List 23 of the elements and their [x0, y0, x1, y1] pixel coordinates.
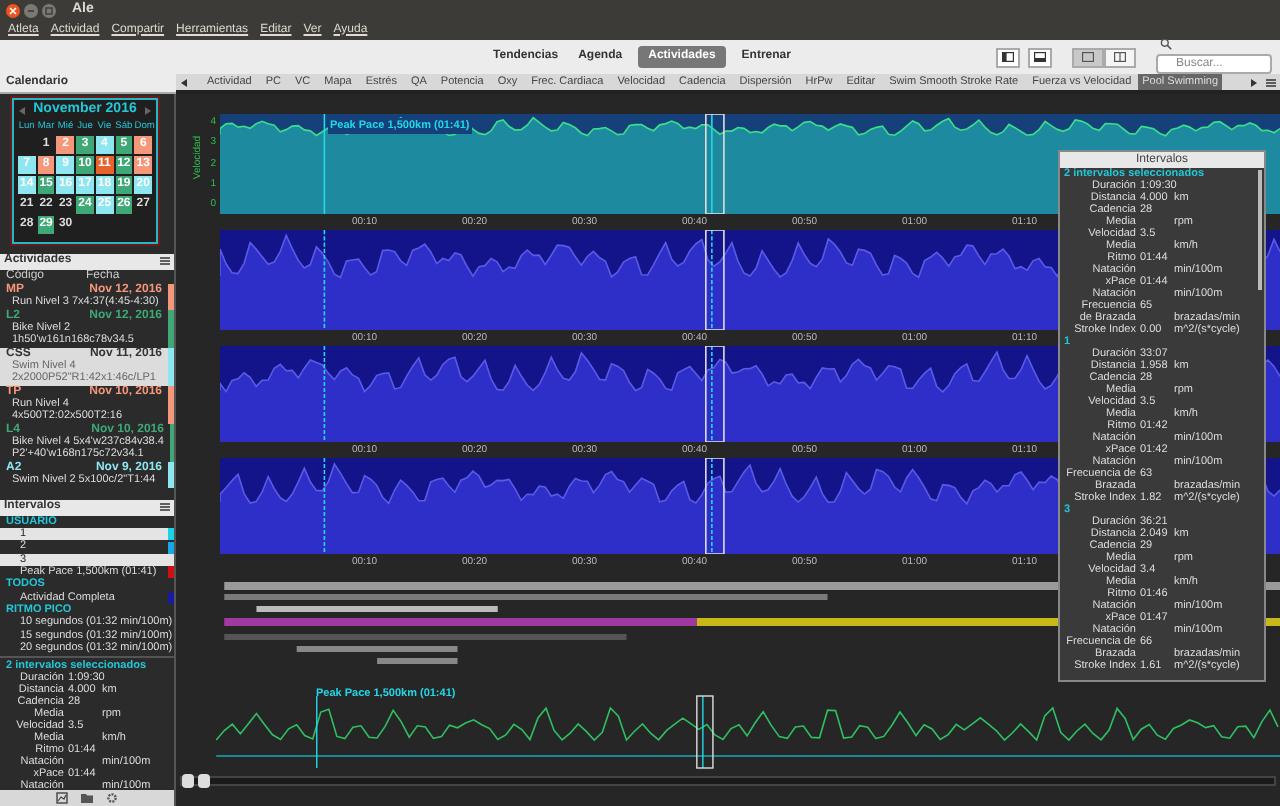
bottom-panel-button[interactable]: [1028, 47, 1052, 67]
search-icon: [1160, 37, 1172, 49]
scrollbar[interactable]: [180, 775, 1276, 785]
menu-icon[interactable]: [1266, 77, 1276, 87]
sidebar-icon: [1002, 52, 1014, 62]
scroll-left-icon[interactable]: [180, 77, 188, 87]
maximize-icon[interactable]: [42, 3, 56, 17]
chart-icon[interactable]: [56, 792, 68, 805]
panel-icon: [1034, 52, 1046, 62]
menu-icon[interactable]: [160, 502, 170, 513]
next-month-icon[interactable]: [143, 105, 152, 115]
split-icon: [1114, 52, 1126, 62]
close-icon[interactable]: [6, 3, 20, 17]
menu-icon[interactable]: [160, 256, 170, 267]
folder-icon[interactable]: [80, 792, 94, 805]
window-icon: [1082, 52, 1094, 62]
previous-month-icon[interactable]: [18, 105, 26, 115]
split-view-button[interactable]: [1104, 47, 1136, 67]
sidebar-toggle-button[interactable]: [996, 47, 1020, 67]
scroll-right-icon[interactable]: [1250, 77, 1258, 87]
scrollbar[interactable]: [1258, 170, 1262, 290]
settings-icon[interactable]: [106, 792, 118, 805]
single-view-button[interactable]: [1072, 47, 1104, 67]
